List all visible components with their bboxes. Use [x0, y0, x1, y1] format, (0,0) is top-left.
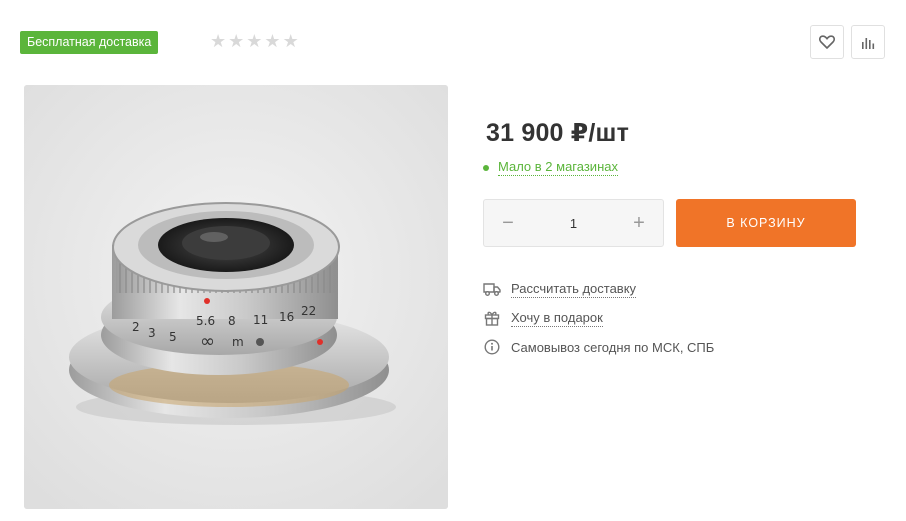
- pickup-row: Самовывоз сегодня по МСК, СПБ: [483, 338, 714, 356]
- quantity-input[interactable]: 1: [532, 216, 615, 231]
- free-delivery-badge: Бесплатная доставка: [20, 31, 159, 54]
- star-icon[interactable]: ★: [283, 30, 299, 52]
- lens-photo: 5.6 8 11 16 22 2 3 5 ∞ m: [24, 85, 448, 509]
- truck-icon: [483, 280, 501, 298]
- quantity-increase-button[interactable]: +: [615, 200, 663, 246]
- favorite-button[interactable]: [810, 25, 844, 59]
- lens-aperture-scale-1: 5.6: [196, 314, 215, 328]
- compare-button[interactable]: [851, 25, 885, 59]
- gift-row[interactable]: Хочу в подарок: [483, 309, 603, 327]
- stock-status[interactable]: Мало в 2 магазинах: [483, 159, 618, 176]
- bar-chart-icon: [862, 38, 875, 49]
- lens-aperture-scale-3: 11: [253, 313, 268, 327]
- lens-distance-scale-4: ∞: [200, 331, 215, 352]
- delivery-calc-row[interactable]: Рассчитать доставку: [483, 280, 637, 298]
- lens-distance-scale-5: m: [232, 335, 244, 349]
- info-icon: [483, 338, 501, 356]
- star-icon[interactable]: ★: [210, 30, 226, 52]
- heart-icon: [819, 35, 835, 49]
- star-icon[interactable]: ★: [228, 30, 244, 52]
- lens-aperture-scale-2: 8: [228, 314, 236, 328]
- star-icon[interactable]: ★: [246, 30, 262, 52]
- lens-distance-scale-2: 3: [148, 326, 156, 340]
- product-image[interactable]: 5.6 8 11 16 22 2 3 5 ∞ m: [24, 85, 448, 509]
- gift-icon: [483, 309, 501, 327]
- quantity-stepper[interactable]: − 1 +: [483, 199, 664, 247]
- calculate-delivery-link[interactable]: Рассчитать доставку: [511, 281, 637, 298]
- lens-aperture-scale-4: 16: [279, 310, 294, 324]
- pickup-text: Самовывоз сегодня по МСК, СПБ: [511, 339, 715, 355]
- lens-aperture-scale-5: 22: [301, 304, 316, 318]
- lens-distance-scale-3: 5: [169, 330, 177, 344]
- gift-link[interactable]: Хочу в подарок: [511, 310, 603, 327]
- product-price: 31 900 ₽/шт: [486, 119, 630, 147]
- star-icon[interactable]: ★: [264, 30, 280, 52]
- rating-stars[interactable]: ★ ★ ★ ★ ★: [210, 30, 299, 52]
- lens-distance-scale-1: 2: [132, 320, 140, 334]
- quantity-decrease-button[interactable]: −: [484, 200, 532, 246]
- add-to-cart-button[interactable]: В КОРЗИНУ: [676, 199, 856, 247]
- stock-status-text[interactable]: Мало в 2 магазинах: [498, 159, 618, 176]
- stock-dot-icon: [483, 164, 489, 171]
